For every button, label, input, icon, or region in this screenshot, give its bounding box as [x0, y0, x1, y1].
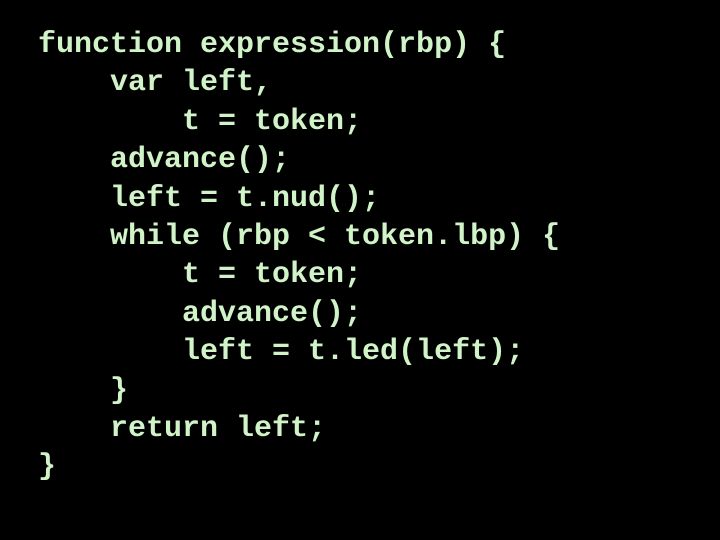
- code-line: var left,: [38, 64, 720, 102]
- code-line: left = t.nud();: [38, 180, 720, 218]
- code-line: t = token;: [38, 103, 720, 141]
- code-line: advance();: [38, 141, 720, 179]
- code-line: while (rbp < token.lbp) {: [38, 218, 720, 256]
- code-line: advance();: [38, 295, 720, 333]
- code-line: return left;: [38, 410, 720, 448]
- code-line: function expression(rbp) {: [38, 26, 720, 64]
- code-line: left = t.led(left);: [38, 333, 720, 371]
- code-line: t = token;: [38, 256, 720, 294]
- code-line: }: [38, 448, 720, 486]
- code-block: function expression(rbp) { var left, t =…: [0, 0, 720, 487]
- code-line: }: [38, 372, 720, 410]
